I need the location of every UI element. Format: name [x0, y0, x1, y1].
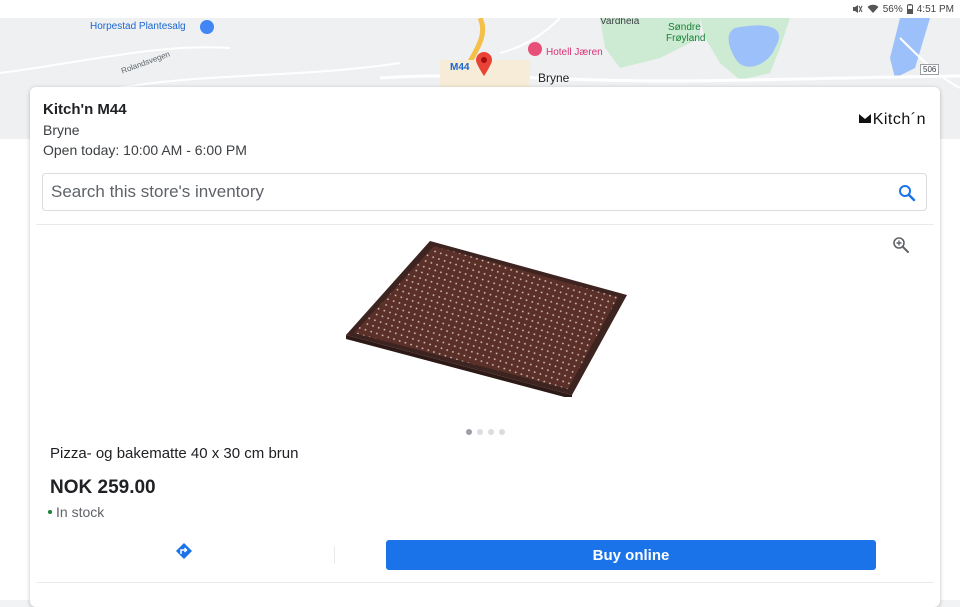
road-shield-506: 506	[920, 64, 940, 75]
directions-button[interactable]	[170, 539, 198, 567]
store-name: Kitch'n M44	[43, 101, 127, 118]
stock-status: In stock	[48, 504, 104, 520]
action-separator	[334, 546, 335, 564]
search-icon[interactable]	[898, 184, 916, 202]
brand-logo-text: Kitch´n	[872, 111, 926, 128]
map-label-plantesalg[interactable]: Horpestad Plantesalg	[90, 21, 186, 32]
product-name: Pizza- og bakematte 40 x 30 cm brun	[50, 445, 299, 462]
product-price: NOK 259.00	[50, 477, 156, 498]
carousel-dot[interactable]	[488, 429, 494, 435]
map-label-sondre: Søndre	[668, 22, 701, 33]
battery-percent: 56%	[882, 3, 903, 15]
map-label-bryne: Bryne	[538, 71, 570, 85]
status-time: 4:51 PM	[916, 3, 954, 15]
mute-icon	[852, 4, 863, 14]
store-hours: Open today: 10:00 AM - 6:00 PM	[43, 142, 247, 158]
carousel-dot[interactable]	[466, 429, 472, 435]
product-image[interactable]	[342, 237, 632, 402]
directions-icon	[175, 542, 193, 565]
hotel-pin-icon[interactable]	[528, 42, 542, 56]
divider	[36, 582, 934, 583]
map-label-froyland: Frøyland	[666, 33, 706, 44]
carousel-dot[interactable]	[477, 429, 483, 435]
search-placeholder: Search this store's inventory	[51, 182, 265, 201]
store-city: Bryne	[43, 122, 80, 138]
stock-indicator-icon	[48, 510, 52, 514]
brand-logo[interactable]: Kitch´n	[858, 111, 926, 129]
stock-label: In stock	[56, 504, 105, 520]
buy-online-button[interactable]: Buy online	[386, 540, 876, 570]
image-carousel-indicator[interactable]	[466, 429, 505, 435]
search-input[interactable]: Search this store's inventory	[42, 173, 927, 211]
wifi-icon	[867, 4, 879, 14]
map-label-hotell[interactable]: Hotell Jæren	[546, 47, 603, 58]
store-card: Kitch'n M44 Bryne Open today: 10:00 AM -…	[30, 87, 940, 607]
brand-logo-mark-icon	[858, 111, 871, 129]
battery-icon	[906, 4, 913, 14]
status-bar: 56% 4:51 PM	[0, 0, 960, 18]
zoom-in-icon[interactable]	[892, 236, 910, 254]
plantesalg-pin-icon[interactable]	[200, 20, 214, 34]
carousel-dot[interactable]	[499, 429, 505, 435]
map-label-m44: M44	[450, 62, 470, 73]
divider	[36, 224, 934, 225]
map-label-vardheia: Vardheia	[600, 18, 640, 27]
